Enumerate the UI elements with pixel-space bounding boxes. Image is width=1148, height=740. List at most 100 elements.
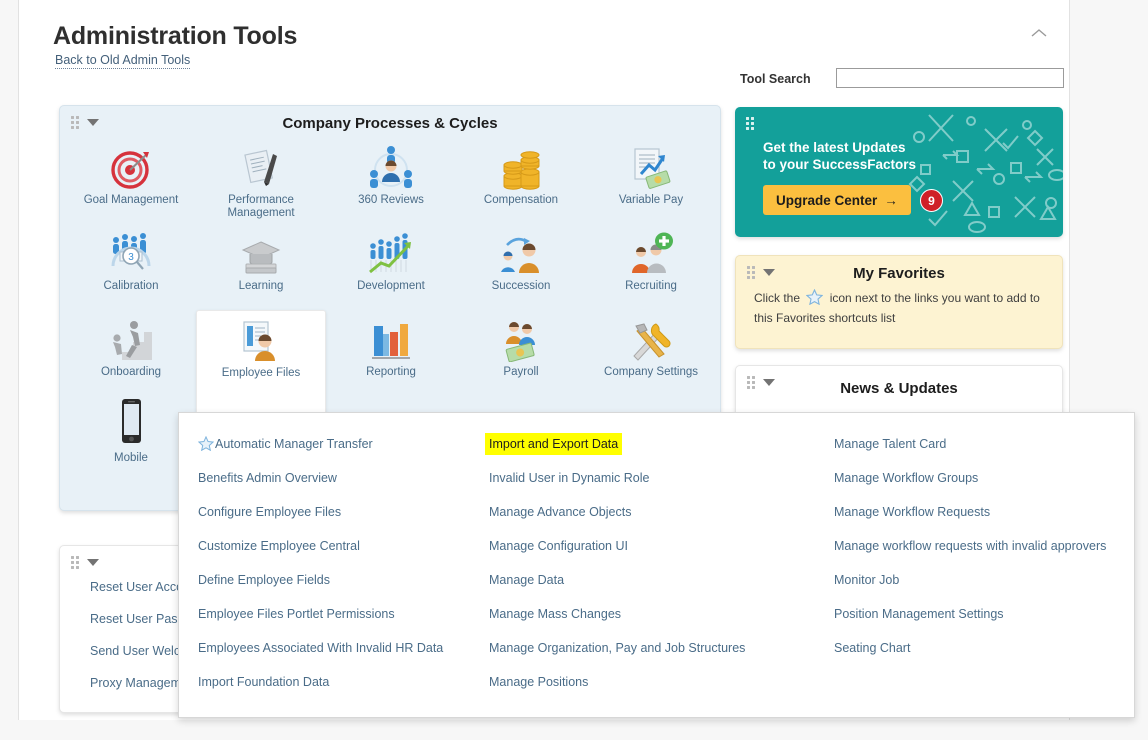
- tile-onboarding[interactable]: Onboarding: [66, 310, 196, 396]
- employee-files-mega-menu: Automatic Manager Transfer Benefits Admi…: [178, 412, 1135, 718]
- menu-item-import-and-export-data[interactable]: Import and Export Data: [485, 433, 623, 455]
- menu-item-monitor-job[interactable]: Monitor Job: [834, 563, 1124, 597]
- favorites-instructions: Click the icon next to the links you wan…: [754, 288, 1048, 327]
- chevron-up-icon[interactable]: [1027, 22, 1051, 46]
- admin-tools-page: Administration Tools Back to Old Admin T…: [0, 0, 1148, 740]
- tile-label: Reporting: [366, 366, 416, 378]
- user-admin-links-list: Reset User Acco Reset User Pass Send Use…: [90, 580, 188, 708]
- person-plus-icon: [586, 228, 716, 276]
- tile-employee-files[interactable]: Employee Files: [196, 310, 326, 415]
- page-title: Administration Tools: [53, 22, 298, 50]
- tile-goal-management[interactable]: Goal Management: [66, 138, 196, 224]
- tile-label: Development: [357, 280, 425, 292]
- upgrade-banner-portlet: Get the latest Updates to your SuccessFa…: [735, 107, 1063, 237]
- menu-item-manage-configuration-ui[interactable]: Manage Configuration UI: [489, 529, 814, 563]
- tile-payroll[interactable]: Payroll: [456, 310, 586, 396]
- mega-menu-column-3: Manage Talent Card Manage Workflow Group…: [834, 427, 1124, 665]
- menu-item-manage-positions[interactable]: Manage Positions: [489, 665, 814, 699]
- star-outline-icon: [806, 288, 824, 310]
- decorative-pattern-icon: [907, 107, 1063, 237]
- bar-chart-icon: [326, 314, 456, 362]
- menu-item-define-employee-fields[interactable]: Define Employee Fields: [198, 563, 463, 597]
- menu-item-manage-workflow-requests-with-invalid-approvers[interactable]: Manage workflow requests with invalid ap…: [834, 529, 1124, 563]
- employee-file-icon: [197, 315, 325, 363]
- tile-learning[interactable]: Learning: [196, 224, 326, 310]
- tile-company-settings[interactable]: Company Settings: [586, 310, 716, 396]
- upgrade-line-1: Get the latest Updates: [763, 140, 906, 155]
- document-pen-icon: [196, 142, 326, 190]
- tile-reporting[interactable]: Reporting: [326, 310, 456, 396]
- menu-item-configure-employee-files[interactable]: Configure Employee Files: [198, 495, 463, 529]
- link-send-user-welcome[interactable]: Send User Welco: [90, 644, 188, 658]
- smartphone-icon: [66, 399, 196, 448]
- arrow-right-icon: →: [884, 192, 898, 208]
- tile-label: Goal Management: [83, 194, 179, 206]
- tool-search-input[interactable]: [836, 68, 1064, 88]
- portlet-title: Company Processes & Cycles: [282, 115, 498, 132]
- menu-item-seating-chart[interactable]: Seating Chart: [834, 631, 1124, 665]
- tile-label: Learning: [238, 280, 284, 292]
- tile-mobile[interactable]: Mobile: [66, 396, 196, 482]
- link-proxy-management[interactable]: Proxy Manageme: [90, 676, 188, 690]
- hammer-wrench-icon: [586, 314, 716, 362]
- tile-label: Payroll: [503, 366, 539, 378]
- chart-money-icon: [586, 142, 716, 190]
- menu-item-manage-workflow-requests[interactable]: Manage Workflow Requests: [834, 495, 1124, 529]
- menu-item-customize-employee-central[interactable]: Customize Employee Central: [198, 529, 463, 563]
- coins-icon: [456, 142, 586, 190]
- menu-item-manage-organization-pay-and-job-structures[interactable]: Manage Organization, Pay and Job Structu…: [489, 631, 814, 665]
- tile-label: Calibration: [103, 280, 159, 292]
- people-money-icon: [456, 314, 586, 362]
- growth-chart-icon: [326, 228, 456, 276]
- tile-recruiting[interactable]: Recruiting: [586, 224, 716, 310]
- tile-compensation[interactable]: Compensation: [456, 138, 586, 224]
- link-reset-user-account[interactable]: Reset User Acco: [90, 580, 188, 594]
- target-icon: [66, 142, 196, 190]
- people-arrow-icon: [456, 228, 586, 276]
- tile-development[interactable]: Development: [326, 224, 456, 310]
- tile-label: Compensation: [483, 194, 559, 206]
- tile-label: Succession: [491, 280, 551, 292]
- back-to-old-admin-tools-link[interactable]: Back to Old Admin Tools: [55, 53, 191, 69]
- menu-item-manage-data[interactable]: Manage Data: [489, 563, 814, 597]
- tool-search-label: Tool Search: [740, 72, 811, 86]
- menu-item-position-management-settings[interactable]: Position Management Settings: [834, 597, 1124, 631]
- mega-menu-column-1: Automatic Manager Transfer Benefits Admi…: [197, 427, 463, 699]
- my-favorites-portlet: My Favorites Click the icon next to the …: [735, 255, 1063, 349]
- menu-item-manage-workflow-groups[interactable]: Manage Workflow Groups: [834, 461, 1124, 495]
- tile-succession[interactable]: Succession: [456, 224, 586, 310]
- menu-item-employee-files-portlet-permissions[interactable]: Employee Files Portlet Permissions: [198, 597, 463, 631]
- menu-item-invalid-user-in-dynamic-role[interactable]: Invalid User in Dynamic Role: [489, 461, 814, 495]
- chevron-down-icon[interactable]: [87, 559, 99, 566]
- drag-grip-icon[interactable]: [71, 556, 82, 569]
- tile-calibration[interactable]: 3 Calibration: [66, 224, 196, 310]
- link-reset-user-password[interactable]: Reset User Pass: [90, 612, 188, 626]
- menu-item-manage-advance-objects[interactable]: Manage Advance Objects: [489, 495, 814, 529]
- tile-label: Performance Management: [227, 194, 295, 219]
- upgrade-center-label: Upgrade Center: [776, 192, 878, 208]
- people-gauge-icon: 3: [66, 228, 196, 276]
- tile-variable-pay[interactable]: Variable Pay: [586, 138, 716, 224]
- favorites-text-before: Click the: [754, 291, 801, 305]
- drag-grip-icon[interactable]: [746, 117, 757, 130]
- upgrade-count-badge: 9: [920, 189, 943, 212]
- svg-text:3: 3: [128, 252, 134, 263]
- portlet-title: News & Updates: [840, 380, 958, 397]
- menu-item-label: Automatic Manager Transfer: [215, 437, 373, 451]
- tile-performance-management[interactable]: Performance Management: [196, 138, 326, 224]
- menu-item-benefits-admin-overview[interactable]: Benefits Admin Overview: [198, 461, 463, 495]
- menu-item-employees-associated-with-invalid-hr-data[interactable]: Employees Associated With Invalid HR Dat…: [198, 631, 463, 665]
- tile-label: Recruiting: [625, 280, 677, 292]
- tile-label: 360 Reviews: [358, 194, 424, 206]
- star-outline-icon[interactable]: [197, 430, 215, 464]
- people-circle-icon: [326, 142, 456, 190]
- chevron-up-glyph: [1031, 29, 1047, 37]
- menu-item-automatic-manager-transfer[interactable]: Automatic Manager Transfer: [197, 427, 463, 464]
- tile-360-reviews[interactable]: 360 Reviews: [326, 138, 456, 224]
- menu-item-manage-talent-card[interactable]: Manage Talent Card: [834, 427, 1124, 461]
- menu-item-manage-mass-changes[interactable]: Manage Mass Changes: [489, 597, 814, 631]
- upgrade-center-button[interactable]: Upgrade Center →: [763, 185, 911, 215]
- menu-item-import-foundation-data[interactable]: Import Foundation Data: [198, 665, 463, 699]
- person-stairs-icon: [66, 314, 196, 362]
- upgrade-banner-text: Get the latest Updates to your SuccessFa…: [763, 139, 916, 173]
